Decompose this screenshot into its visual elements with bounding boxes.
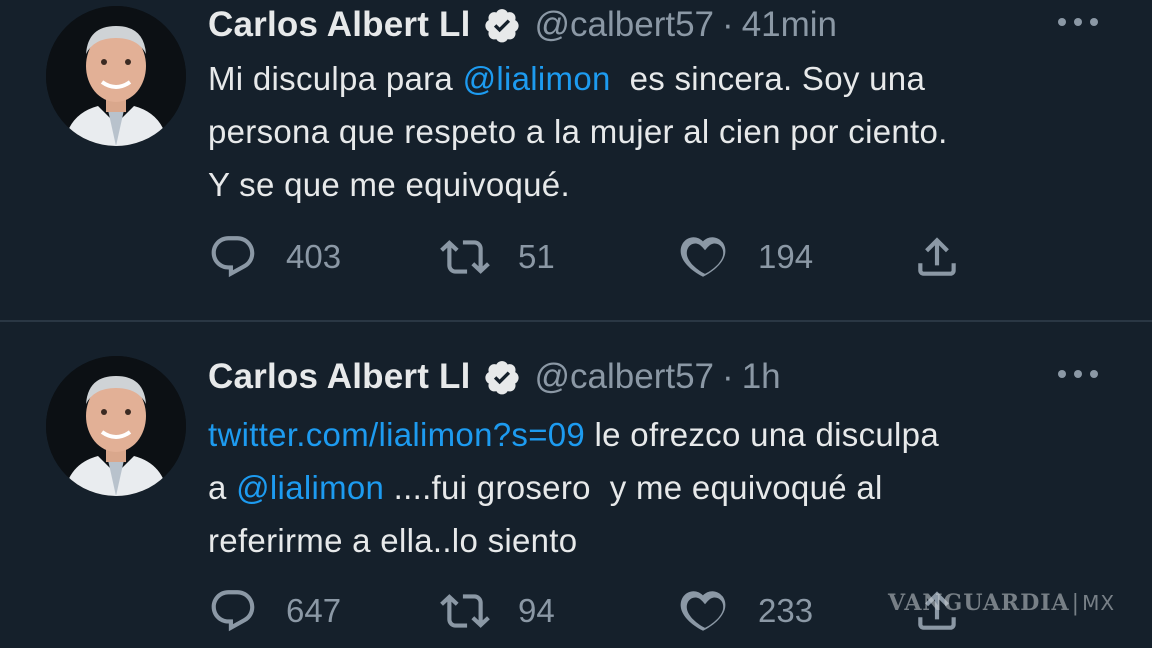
text-segment: a: [208, 469, 237, 506]
reply-count: 403: [286, 238, 342, 275]
like-count: 194: [758, 238, 814, 275]
avatar-photo: [46, 6, 186, 146]
reply-bubble-icon: [211, 236, 255, 278]
verified-badge-icon: [483, 358, 521, 396]
reply-button[interactable]: 403: [208, 232, 341, 282]
tweet-header: Carlos Albert Ll @calbert57 · 1h: [208, 354, 781, 400]
tweet-text-line: twitter.com/lialimon?s=09 le ofrezco una…: [208, 408, 1108, 461]
tweet-text-line: Mi disculpa para @lialimon es sincera. S…: [208, 52, 1108, 105]
author-handle[interactable]: @calbert57: [535, 357, 715, 397]
author-name[interactable]: Carlos Albert Ll: [208, 5, 471, 45]
author-name[interactable]: Carlos Albert Ll: [208, 357, 471, 397]
heart-icon: [680, 237, 726, 277]
like-count: 233: [758, 592, 814, 629]
avatar-photo: [46, 356, 186, 496]
tweet-text: Mi disculpa para @lialimon es sincera. S…: [208, 52, 1108, 211]
retweet-icon: [440, 240, 490, 274]
retweet-button[interactable]: 94: [440, 586, 555, 636]
tweet-text: twitter.com/lialimon?s=09 le ofrezco una…: [208, 408, 1108, 567]
tweet-text-line: a @lialimon ....fui grosero y me equivoq…: [208, 461, 1108, 514]
author-handle[interactable]: @calbert57: [535, 5, 715, 45]
tweet-text-line: Y se que me equivoqué.: [208, 166, 570, 203]
watermark-country: MX: [1082, 591, 1116, 615]
action-bar: 403 51 194: [208, 232, 988, 282]
share-upload-icon: [918, 237, 956, 276]
avatar[interactable]: [46, 6, 186, 146]
tweet-text-line: referirme a ella..lo siento: [208, 522, 578, 559]
timestamp[interactable]: 41min: [742, 5, 837, 45]
verified-badge-icon: [483, 6, 521, 44]
reply-button[interactable]: 647: [208, 586, 341, 636]
separator-dot: ·: [722, 357, 734, 396]
retweet-icon: [440, 594, 490, 628]
text-segment: es sincera. Soy una: [610, 60, 926, 97]
watermark-separator: |: [1071, 591, 1081, 616]
separator-dot: ·: [722, 5, 734, 44]
timestamp[interactable]: 1h: [742, 357, 781, 397]
watermark-logo: VANGUARDIA| MX: [888, 590, 1115, 616]
text-segment: Mi disculpa para: [208, 60, 463, 97]
url-link[interactable]: twitter.com/lialimon?s=09: [208, 416, 585, 453]
avatar[interactable]: [46, 356, 186, 496]
like-button[interactable]: 233: [680, 586, 813, 636]
action-bar: 647 94 233: [208, 586, 988, 636]
tweet-header: Carlos Albert Ll @calbert57 · 41min: [208, 2, 837, 48]
tweet-text-line: persona que respeto a la mujer al cien p…: [208, 113, 948, 150]
retweet-count: 51: [518, 238, 555, 275]
reply-bubble-icon: [211, 590, 255, 632]
reply-count: 647: [286, 592, 342, 629]
retweet-count: 94: [518, 592, 555, 629]
tweet[interactable]: Carlos Albert Ll @calbert57 · 41min Mi d…: [0, 0, 1152, 322]
retweet-button[interactable]: 51: [440, 232, 555, 282]
text-segment: ....fui grosero y me equivoqué al: [384, 469, 883, 506]
like-button[interactable]: 194: [680, 232, 813, 282]
more-dots-icon[interactable]: [1054, 364, 1102, 384]
heart-icon: [680, 591, 726, 631]
mention-link[interactable]: @lialimon: [463, 60, 611, 97]
mention-link[interactable]: @lialimon: [236, 469, 384, 506]
text-segment: le ofrezco una disculpa: [585, 416, 939, 453]
share-button[interactable]: [912, 232, 990, 282]
more-dots-icon[interactable]: [1054, 12, 1102, 32]
watermark-brand: VANGUARDIA: [888, 590, 1070, 616]
